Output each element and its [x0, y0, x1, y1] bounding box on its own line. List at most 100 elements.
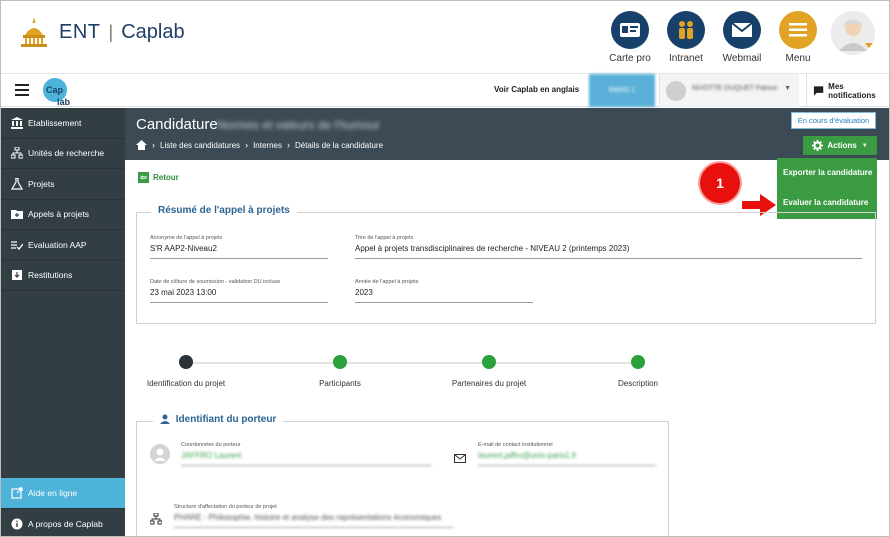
step-dot-participants[interactable] [333, 355, 347, 369]
hamburger-icon [779, 11, 817, 49]
intranet-label: Intranet [669, 53, 703, 64]
user-avatar-icon [831, 11, 875, 55]
step-marker: 1 [700, 163, 740, 203]
caplab-logo[interactable]: Cap lab [41, 76, 75, 107]
coord-field: Coordonnées du porteur JAFFRO Laurent [181, 442, 431, 466]
flask-icon [10, 177, 23, 190]
porteur-panel: Identifiant du porteur Coordonnées du po… [136, 414, 669, 536]
gear-icon [812, 140, 824, 151]
sidebar-about-link[interactable]: A propos de Caplab [1, 508, 125, 536]
sidebar-item-restitutions[interactable]: Restitutions [1, 261, 125, 291]
step-dot-identification[interactable] [179, 355, 193, 369]
people-icon [667, 11, 705, 49]
webmail-link[interactable]: Webmail [715, 11, 769, 64]
chevron-right-icon: › [286, 140, 290, 150]
titre-value: Appel à projets transdisciplinaires de r… [355, 244, 862, 259]
sidebar-item-label: Projets [28, 178, 55, 189]
menu-link[interactable]: Menu [771, 11, 825, 64]
envelope-icon [723, 11, 761, 49]
step-label-participants[interactable]: Participants [280, 379, 400, 388]
sidebar-help-link[interactable]: Aide en ligne [1, 478, 125, 508]
user-circle-icon [150, 444, 170, 464]
acronyme-label: Acronyme de l'appel à projets [150, 235, 223, 241]
notifications-label: Mes notifications [828, 81, 876, 100]
envelope-outline-icon [454, 454, 466, 463]
chevron-right-icon: › [245, 140, 249, 150]
ent-label: ENT [59, 20, 101, 43]
back-label: Retour [153, 173, 179, 182]
sidebar-toggle-icon[interactable] [15, 84, 29, 99]
titre-label: Titre de l'appel à projets [355, 235, 414, 241]
id-card-icon [611, 11, 649, 49]
chat-bubble-icon [813, 85, 824, 96]
step-dot-description[interactable] [631, 355, 645, 369]
sidebar-item-etablissement[interactable]: Etablissement [1, 108, 125, 139]
export-candidature-item[interactable]: Exporter la candidature [777, 158, 877, 188]
sidebar-item-label: Restitutions [28, 270, 73, 281]
app-window: ENT | Caplab Carte pro Intranet Webmail … [0, 0, 890, 537]
actions-label: Actions [827, 141, 857, 150]
email-value: laurent.jaffro@univ-paris1.fr [478, 451, 656, 466]
info-icon [10, 517, 23, 530]
arrow-left-icon: ⇦ [138, 172, 149, 183]
nav-bar: Cap lab Voir Caplab en anglais PARIS 1 N… [1, 73, 889, 107]
status-badge: En cours d'évaluation [791, 112, 876, 129]
carte-pro-link[interactable]: Carte pro [603, 11, 657, 64]
sidebar-item-appels[interactable]: Appels à projets [1, 200, 125, 230]
resume-legend: Résumé de l'appel à projets [151, 205, 297, 216]
caret-down-icon: ▼ [784, 85, 791, 92]
check-list-icon [10, 238, 23, 251]
menu-label: Menu [785, 53, 811, 64]
actions-button[interactable]: Actions ▼ [803, 136, 877, 155]
titre-field: Titre de l'appel à projets Appel à proje… [355, 235, 862, 259]
back-link[interactable]: ⇦ Retour [138, 172, 179, 183]
breadcrumb-item[interactable]: Liste des candidatures [160, 141, 240, 150]
chevron-right-icon: › [152, 140, 155, 150]
header-separator: | [108, 21, 114, 42]
notifications-button[interactable]: Mes notifications [806, 74, 889, 107]
sidebar: Etablissement Unités de recherche Projet… [1, 108, 125, 536]
ent-logo[interactable]: ENT | Caplab [17, 15, 185, 49]
step-label-description[interactable]: Description [578, 379, 698, 388]
page-title: Candidature [136, 116, 218, 133]
intranet-link[interactable]: Intranet [659, 11, 713, 64]
help-label: Aide en ligne [28, 488, 78, 498]
step-dot-partenaires[interactable] [482, 355, 496, 369]
acronyme-field: Acronyme de l'appel à projets S'R AAP2-N… [150, 235, 328, 259]
webmail-label: Webmail [722, 53, 762, 64]
stepper-line [186, 362, 638, 364]
voir-anglais-link[interactable]: Voir Caplab en anglais [494, 85, 579, 94]
date-label: Date de clôture de soumission - validati… [150, 279, 281, 285]
breadcrumb-item[interactable]: Internes [253, 141, 282, 150]
user-avatar[interactable] [831, 11, 875, 55]
step-label-identification[interactable]: Identification du projet [126, 379, 246, 388]
date-field: Date de clôture de soumission - validati… [150, 279, 328, 303]
about-label: A propos de Caplab [28, 518, 103, 529]
sidebar-item-evaluation[interactable]: Evaluation AAP [1, 230, 125, 261]
date-value: 23 mai 2023 13:00 [150, 288, 328, 303]
email-label: E-mail de contact institutionnel [478, 442, 553, 448]
folder-icon [10, 208, 23, 221]
sidebar-bottom: Aide en ligne A propos de Caplab [1, 478, 125, 536]
porteur-legend-label: Identifiant du porteur [175, 414, 277, 425]
sidebar-item-label: Appels à projets [28, 209, 89, 220]
step-label-partenaires[interactable]: Partenaires du projet [429, 379, 549, 388]
home-icon[interactable] [136, 140, 147, 150]
top-icons: Carte pro Intranet Webmail Menu [601, 11, 875, 64]
external-link-icon [10, 487, 23, 500]
pantheon-icon [21, 17, 47, 47]
porteur-legend: Identifiant du porteur [153, 414, 284, 425]
download-icon [10, 269, 23, 282]
network-icon [10, 147, 23, 160]
sidebar-item-label: Evaluation AAP [28, 239, 87, 250]
annee-label: Année de l'appel à projets [355, 279, 419, 285]
sidebar-item-unites[interactable]: Unités de recherche [1, 139, 125, 169]
user-name: NIVOTTE DUQUET Patrice [692, 85, 778, 92]
network-outline-icon [150, 513, 162, 525]
user-menu[interactable]: NIVOTTE DUQUET Patrice ▼ [659, 74, 799, 107]
sidebar-item-label: Etablissement [28, 117, 82, 128]
bank-icon [10, 116, 23, 129]
institution-tab[interactable]: PARIS 1 [589, 74, 655, 107]
sidebar-item-projets[interactable]: Projets [1, 169, 125, 200]
title-band: Candidature Normes et valeurs de l'humou… [125, 108, 889, 160]
